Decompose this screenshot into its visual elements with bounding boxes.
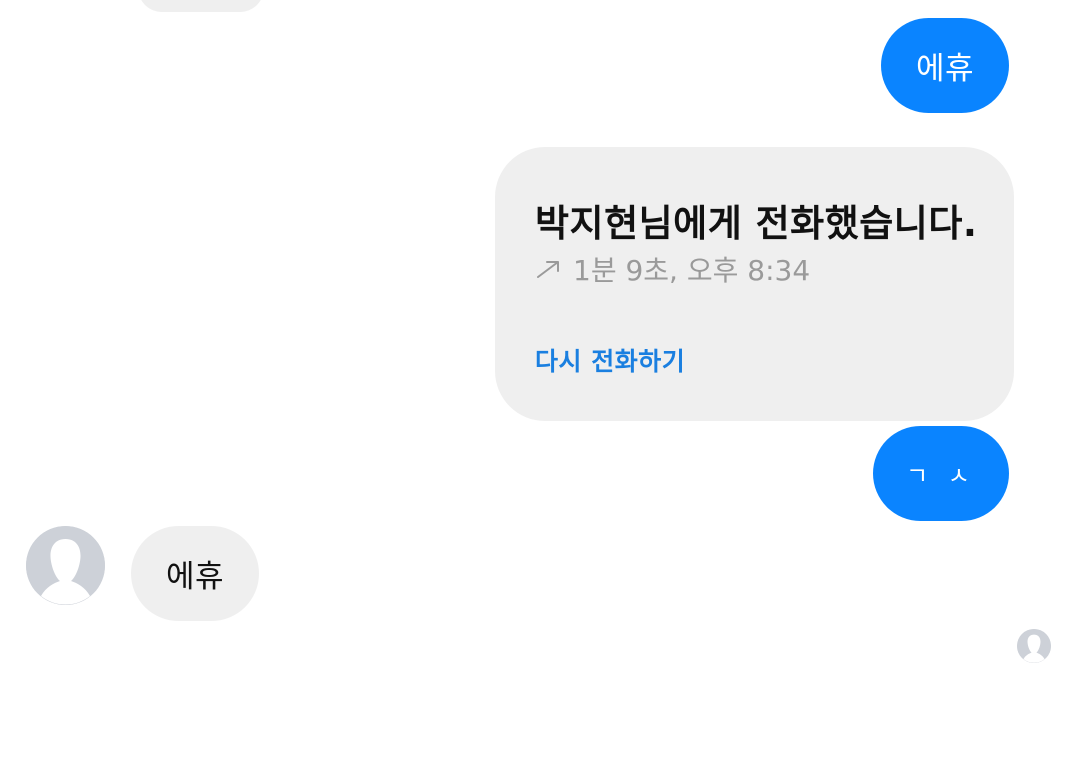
call-again-button[interactable]: 다시 전화하기	[535, 342, 685, 378]
outgoing-message-bubble[interactable]: ㄱ ㅅ	[873, 426, 1009, 521]
call-meta: 1분 9초, 오후 8:34	[535, 249, 810, 289]
message-bubble-partial[interactable]	[138, 0, 264, 12]
call-title: 박지현님에게 전화했습니다.	[535, 202, 978, 245]
message-text: 에휴	[165, 559, 225, 595]
call-log-card[interactable]: 박지현님에게 전화했습니다. 1분 9초, 오후 8:34 다시 전화하기	[495, 147, 1014, 421]
call-duration-time: 1분 9초, 오후 8:34	[573, 254, 811, 287]
chat-thread: 에휴 박지현님에게 전화했습니다. 1분 9초, 오후 8:34 다시 전화하기…	[0, 0, 1080, 765]
message-text: ㄱ ㅅ	[906, 462, 976, 490]
seen-avatar-icon	[1017, 629, 1051, 663]
outgoing-message-bubble[interactable]: 에휴	[881, 18, 1009, 113]
outgoing-call-arrow-icon	[535, 258, 563, 280]
message-text: 에휴	[915, 51, 975, 87]
incoming-message-bubble[interactable]: 에휴	[131, 526, 259, 621]
default-profile-avatar[interactable]	[26, 526, 105, 605]
